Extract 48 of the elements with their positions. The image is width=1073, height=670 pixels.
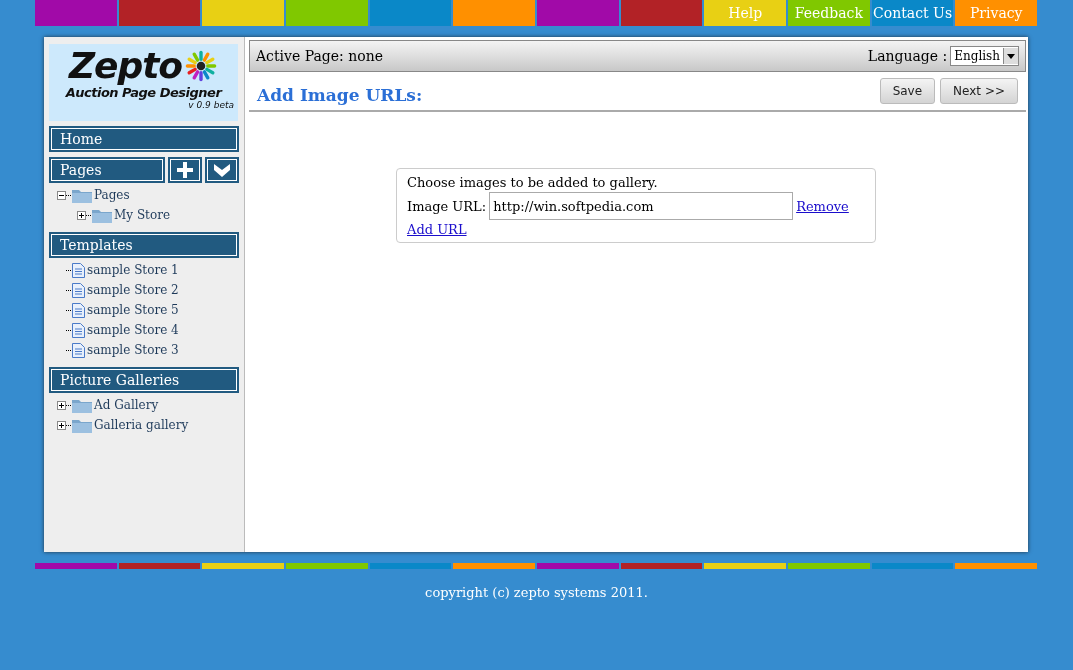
tree-item[interactable]: sample Store 3 (87, 343, 179, 357)
folder-icon (72, 187, 92, 203)
nav-link[interactable]: Contact Us (871, 0, 954, 26)
tree-item[interactable]: Galleria gallery (94, 418, 189, 432)
document-icon (72, 282, 85, 298)
logo-subtitle: Auction Page Designer (64, 85, 224, 100)
folder-icon (72, 397, 92, 413)
page-title: Add Image URLs: (257, 84, 423, 105)
dropdown-button[interactable] (205, 157, 239, 183)
copyright: copyright (c) zepto systems 2011. (424, 585, 649, 600)
language-dropdown[interactable]: English (950, 46, 1019, 66)
version-label: v 0.9 beta (187, 100, 234, 110)
plus-icon (176, 161, 194, 179)
url-input[interactable]: http://win.softpedia.com (489, 192, 794, 220)
folder-icon (72, 417, 92, 433)
language-label: Language : (867, 48, 948, 64)
caret-icon (1007, 53, 1015, 59)
chevron-down-icon (213, 162, 231, 178)
add-button[interactable] (168, 157, 202, 183)
active-page-label: Active Page: none (256, 48, 383, 64)
add-url-link[interactable]: Add URL (407, 222, 467, 237)
action-button[interactable]: Next >> (940, 78, 1018, 104)
document-icon (72, 322, 85, 338)
action-button[interactable]: Save (879, 78, 936, 104)
expander-icon[interactable] (57, 400, 66, 410)
tree-item[interactable]: sample Store 5 (87, 303, 179, 317)
document-icon (72, 262, 85, 278)
folder-icon (92, 207, 112, 223)
tree-item[interactable]: sample Store 2 (87, 283, 179, 297)
document-icon (72, 342, 85, 358)
section-header: Templates (49, 232, 239, 258)
expander-icon[interactable] (77, 210, 86, 220)
document-icon (72, 302, 85, 318)
tree-item[interactable]: sample Store 4 (87, 323, 179, 337)
nav-link[interactable]: Home (49, 126, 239, 152)
tree-item[interactable]: Ad Gallery (94, 398, 159, 412)
expander-icon[interactable] (57, 420, 66, 430)
section-header: Pages (49, 157, 165, 183)
field-label: Image URL: (407, 198, 487, 214)
tree-item[interactable]: Pages (94, 188, 130, 202)
expander-icon[interactable] (57, 190, 66, 200)
remove-link[interactable]: Remove (796, 198, 849, 214)
form-instruction: Choose images to be added to gallery. (407, 175, 658, 190)
tree-item[interactable]: My Store (114, 208, 170, 222)
logo-title: Zepto (68, 47, 183, 85)
section-header: Picture Galleries (49, 367, 239, 393)
tree-item[interactable]: sample Store 1 (87, 263, 179, 277)
flower-icon (184, 49, 219, 83)
